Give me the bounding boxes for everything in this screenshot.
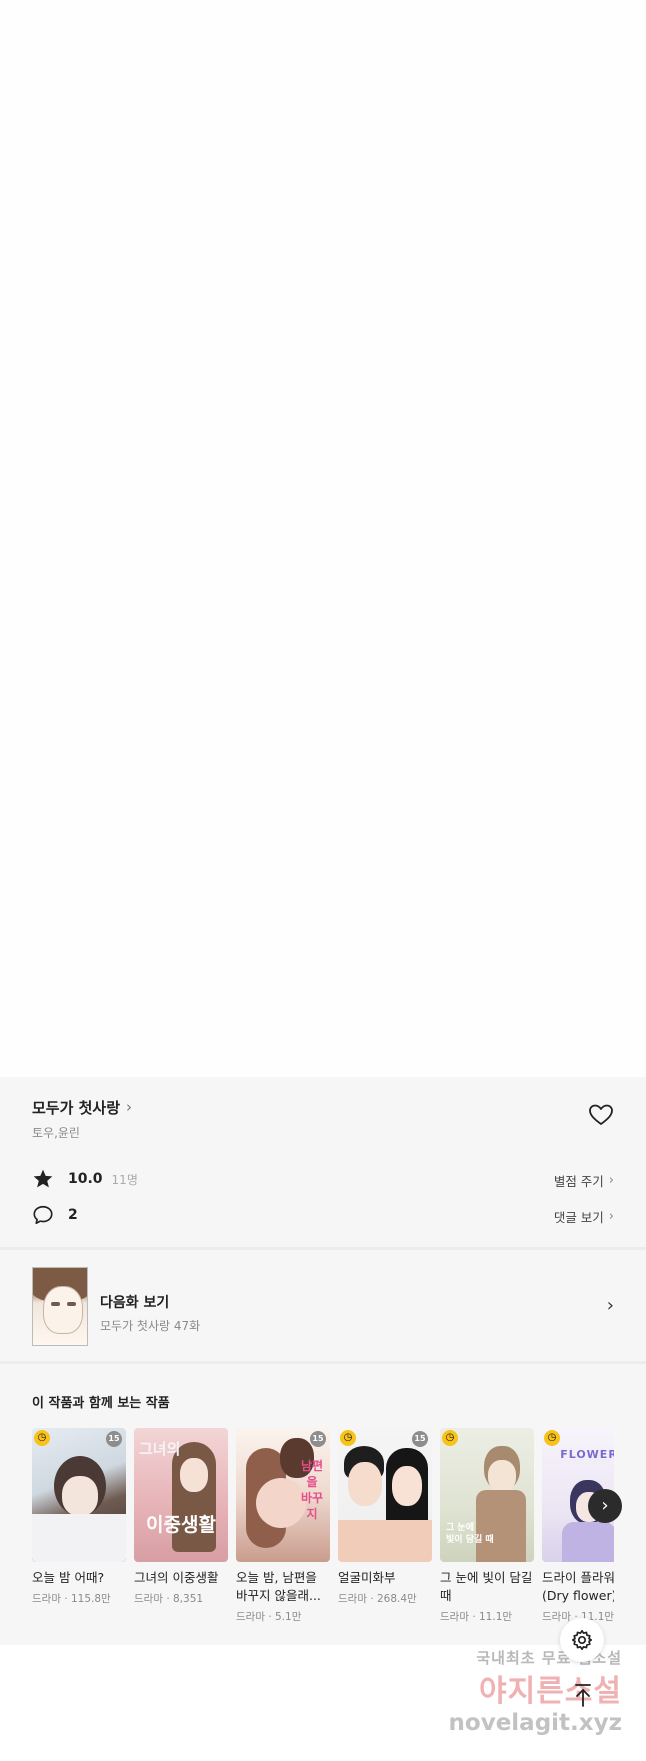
watermark-line: 야지른소설 [479,1674,622,1709]
recommendation-cover: ◷ 15 [338,1428,432,1562]
next-episode-thumbnail [32,1267,88,1346]
recommendations-carousel[interactable]: ◷ 15 오늘 밤 어때? 드라마 · 115.8만 그녀의 이중생활 그녀의 … [32,1428,614,1645]
recommendation-meta: 드라마 · 115.8만 [32,1593,111,1605]
scroll-top-button[interactable] [570,1682,596,1712]
rate-button-label: 별점 주기 [553,1174,604,1189]
work-title-link[interactable]: 모두가 첫사랑 › [32,1097,132,1118]
episode-content-area [0,0,646,1077]
comment-icon [33,1205,53,1225]
view-comments-label: 댓글 보기 [553,1210,604,1225]
next-episode-label: 다음화 보기 [100,1295,170,1311]
recommendation-title: 그 눈에 빛이 담길 때 [440,1570,533,1603]
recommendation-card[interactable]: 그녀의 이중생활 그녀의 이중생활 드라마 · 8,351 [134,1428,228,1606]
rating-count: 11명 [111,1172,138,1187]
recommendations-title: 이 작품과 함께 보는 작품 [32,1396,170,1411]
chevron-right-icon: › [126,1098,133,1116]
work-author: 토우,윤린 [32,1126,80,1140]
settings-button[interactable] [560,1618,604,1662]
work-title: 모두가 첫사랑 [32,1099,121,1117]
cover-title-text: 그 눈에 빛이 담길 때 [446,1523,494,1545]
recommendation-cover: 남편을 바꾸지 15 [236,1428,330,1562]
recommendation-card[interactable]: ◷ 15 얼굴미화부 드라마 · 268.4만 [338,1428,432,1606]
clock-icon: ◷ [34,1430,50,1446]
work-info: 모두가 첫사랑 › 토우,윤린 10.0 11명 별점 주기 › 2 댓글 보기… [0,1077,646,1249]
recommendations-section: 이 작품과 함께 보는 작품 ◷ 15 오늘 밤 어때? 드라마 · 115.8… [0,1364,646,1645]
recommendation-cover: 그녀의 이중생활 [134,1428,228,1562]
clock-icon: ◷ [340,1430,356,1446]
clock-icon: ◷ [544,1430,560,1446]
heart-icon [589,1104,613,1125]
recommendation-title: 그녀의 이중생활 [134,1570,219,1585]
episode-end-panel: 모두가 첫사랑 › 토우,윤린 10.0 11명 별점 주기 › 2 댓글 보기… [0,1077,646,1645]
comment-row: 2 [32,1204,78,1226]
star-icon [33,1169,53,1188]
recommendation-title: 얼굴미화부 [338,1570,396,1585]
rating-score: 10.0 [68,1171,103,1187]
recommendation-meta: 드라마 · 8,351 [134,1593,204,1605]
age-rating-badge: 15 [310,1431,326,1447]
cover-title-text: 이중생활 [146,1514,216,1536]
recommendation-card[interactable]: 남편을 바꾸지 15 오늘 밤, 남편을 바꾸지 않을래... 드라마 · 5.1… [236,1428,330,1624]
chevron-right-icon: › [601,1495,609,1516]
view-comments-button[interactable]: 댓글 보기 › [554,1207,614,1226]
next-episode-subtitle: 모두가 첫사랑 47화 [100,1319,201,1333]
cover-title-text: 그녀의 [139,1440,181,1458]
gear-icon [571,1629,593,1651]
recommendation-title: 오늘 밤, 남편을 바꾸지 않을래... [236,1570,321,1603]
carousel-next-button[interactable]: › [588,1489,622,1523]
next-episode-button[interactable]: 다음화 보기 모두가 첫사랑 47화 › [0,1250,646,1361]
favorite-button[interactable] [588,1103,614,1127]
recommendation-cover: 그 눈에 빛이 담길 때 ◷ [440,1428,534,1562]
clock-icon: ◷ [442,1430,458,1446]
arrow-up-icon [575,1684,591,1707]
recommendation-meta: 드라마 · 11.1만 [440,1611,513,1623]
recommendation-title: 오늘 밤 어때? [32,1570,105,1585]
recommendation-meta: 드라마 · 268.4만 [338,1593,417,1605]
cover-title-text: 남편을 바꾸지 [300,1459,324,1521]
cover-title-text: FLOWER [560,1448,614,1461]
rating-row: 10.0 11명 [32,1168,138,1190]
age-rating-badge: 15 [412,1431,428,1447]
recommendation-meta: 드라마 · 5.1만 [236,1611,302,1623]
viewer-page: 모두가 첫사랑 › 토우,윤린 10.0 11명 별점 주기 › 2 댓글 보기… [0,0,646,1761]
chevron-right-icon: › [608,1209,614,1224]
watermark-line: novelagit.xyz [448,1710,622,1736]
chevron-right-icon: › [608,1173,614,1188]
age-rating-badge: 15 [106,1431,122,1447]
rate-button[interactable]: 별점 주기 › [554,1171,614,1190]
recommendation-card[interactable]: 그 눈에 빛이 담길 때 ◷ 그 눈에 빛이 담길 때 드라마 · 11.1만 [440,1428,534,1624]
recommendation-cover: ◷ 15 [32,1428,126,1562]
chevron-right-icon: › [606,1295,614,1316]
recommendation-title: 드라이 플라워(Dry flower) [542,1570,614,1603]
recommendation-card[interactable]: ◷ 15 오늘 밤 어때? 드라마 · 115.8만 [32,1428,126,1606]
recommendation-card[interactable]: FLOWER ◷ 드라이 플라워(Dry flower) 드라마 · 11.1만 [542,1428,614,1624]
comment-count: 2 [68,1207,78,1223]
